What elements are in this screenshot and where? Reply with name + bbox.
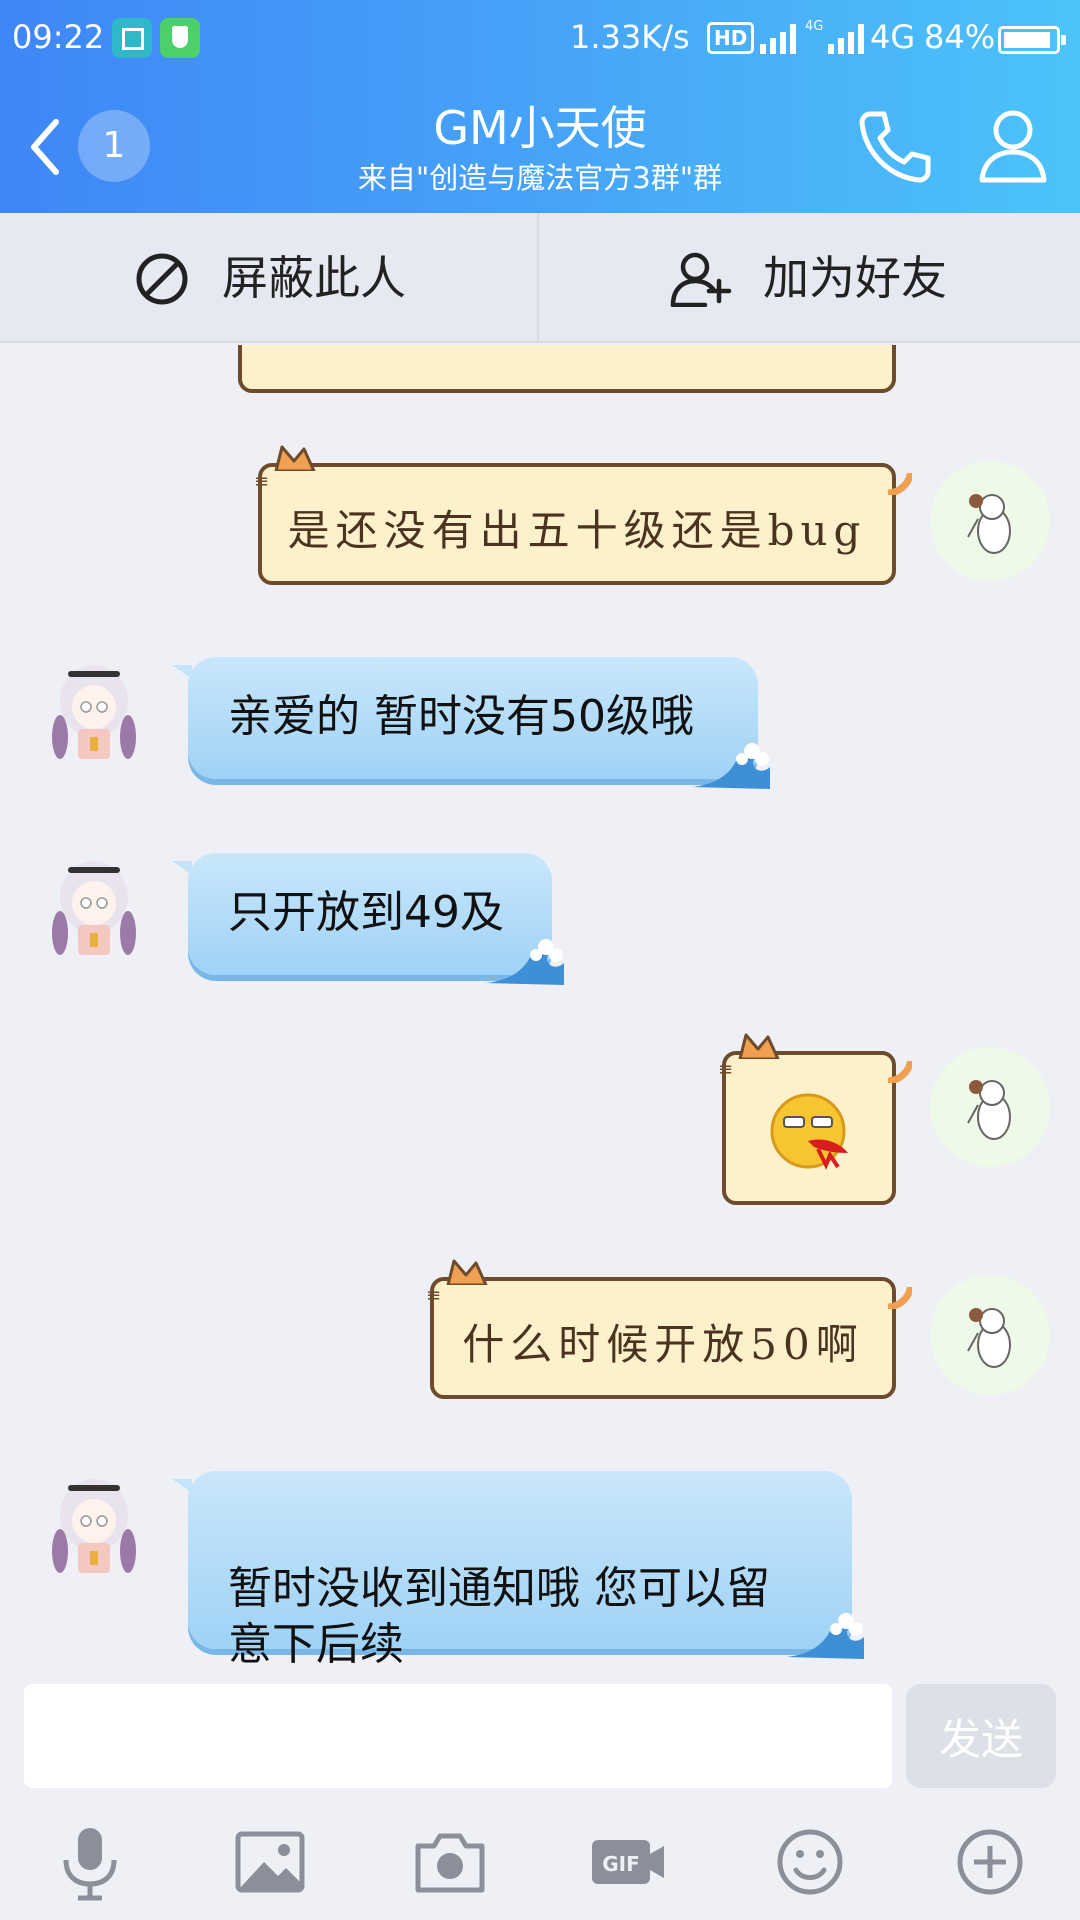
- profile-icon[interactable]: [978, 108, 1048, 184]
- composer: 发送 GIF: [0, 1670, 1080, 1920]
- block-user-label: 屏蔽此人: [222, 251, 406, 305]
- cat-whisker-icon: ≡: [718, 1059, 734, 1080]
- send-button[interactable]: 发送: [906, 1684, 1056, 1788]
- cat-ears-icon: [446, 1259, 488, 1285]
- shield-app-icon: [160, 18, 200, 58]
- my-avatar[interactable]: [930, 1275, 1050, 1395]
- status-bar: 09:22 1.33K/s HD 4G 4G 84%: [0, 0, 1080, 78]
- gif-icon[interactable]: GIF: [588, 1822, 668, 1902]
- image-icon[interactable]: [230, 1822, 310, 1902]
- chat-title: GM小天使: [433, 101, 647, 155]
- nosebleed-emoji-icon: [770, 1093, 848, 1170]
- my-avatar[interactable]: [930, 1047, 1050, 1167]
- message-list[interactable]: ≡ 是还没有出五十级还是bug 亲爱的 暂时没有50级哦 只开放到49及 ≡ ≡…: [0, 345, 1080, 1675]
- battery-percent: 84%: [924, 18, 996, 56]
- signal-icon: [760, 24, 802, 54]
- cat-whisker-icon: ≡: [254, 471, 270, 492]
- wave-decoration-icon: [486, 939, 564, 985]
- bear-avatar-icon: [967, 1308, 1011, 1368]
- message-text: 暂时没收到通知哦 您可以留 意下后续: [228, 1563, 770, 1670]
- my-avatar[interactable]: [930, 461, 1050, 581]
- network-type: 4G: [870, 18, 916, 56]
- chat-header: 09:22 1.33K/s HD 4G 4G 84% 1 GM小天使 来自"创造…: [0, 0, 1080, 213]
- bear-avatar-icon: [967, 494, 1011, 554]
- message-text: 是还没有出五十级还是bug: [287, 506, 867, 555]
- wave-decoration-icon: [692, 743, 770, 789]
- cat-ears-icon: [274, 445, 316, 471]
- cat-tail-icon: [888, 1061, 912, 1083]
- scan-app-icon: [112, 18, 152, 58]
- block-icon: [136, 253, 188, 305]
- bear-avatar-icon: [967, 1080, 1011, 1140]
- message-text: 只开放到49及: [228, 887, 504, 938]
- hd-icon: HD: [707, 22, 755, 54]
- mic-icon[interactable]: [50, 1822, 130, 1902]
- cat-tail-icon: [888, 1287, 912, 1309]
- message-bubble-them[interactable]: 暂时没收到通知哦 您可以留 意下后续: [172, 1471, 864, 1670]
- gm-avatar[interactable]: [44, 853, 144, 969]
- chat-subtitle: 来自"创造与魔法官方3群"群: [357, 161, 723, 195]
- status-time: 09:22: [12, 18, 105, 56]
- message-bubble-me[interactable]: ≡ 是还没有出五十级还是bug: [254, 445, 912, 585]
- message-input[interactable]: [24, 1684, 892, 1788]
- message-bubble-me[interactable]: ≡: [718, 1033, 912, 1205]
- signal-icon-2: [828, 24, 870, 54]
- camera-icon[interactable]: [410, 1822, 490, 1902]
- cat-tail-icon: [888, 473, 912, 495]
- add-friend-icon: [670, 252, 732, 307]
- message-text: 什么时候开放50啊: [462, 1320, 864, 1369]
- add-friend-label: 加为好友: [763, 251, 947, 305]
- emoji-icon[interactable]: [770, 1822, 850, 1902]
- small-4g-label: 4G: [805, 19, 824, 34]
- back-icon[interactable]: [28, 118, 62, 176]
- cat-whisker-icon: ≡: [426, 1285, 442, 1306]
- message-text: 亲爱的 暂时没有50级哦: [228, 691, 694, 742]
- plus-icon[interactable]: [950, 1822, 1030, 1902]
- gm-avatar[interactable]: [44, 657, 144, 773]
- block-user-button[interactable]: 屏蔽此人: [0, 213, 539, 341]
- message-bubble-me[interactable]: ≡ 什么时候开放50啊: [426, 1259, 912, 1399]
- svg-text:GIF: GIF: [602, 1852, 640, 1876]
- message-bubble-them[interactable]: 只开放到49及: [172, 853, 564, 985]
- stranger-action-bar: 屏蔽此人 加为好友: [0, 213, 1080, 343]
- unread-badge[interactable]: 1: [78, 110, 150, 182]
- battery-icon: [998, 26, 1066, 54]
- message-bubble-them[interactable]: 亲爱的 暂时没有50级哦: [172, 657, 770, 789]
- message-bubble-partial[interactable]: [238, 345, 896, 393]
- phone-icon[interactable]: [856, 108, 932, 184]
- add-friend-button[interactable]: 加为好友: [541, 213, 1080, 341]
- cat-ears-icon: [738, 1033, 780, 1059]
- gm-avatar[interactable]: [44, 1471, 144, 1587]
- network-speed: 1.33K/s: [570, 18, 690, 56]
- wave-decoration-icon: [786, 1613, 864, 1659]
